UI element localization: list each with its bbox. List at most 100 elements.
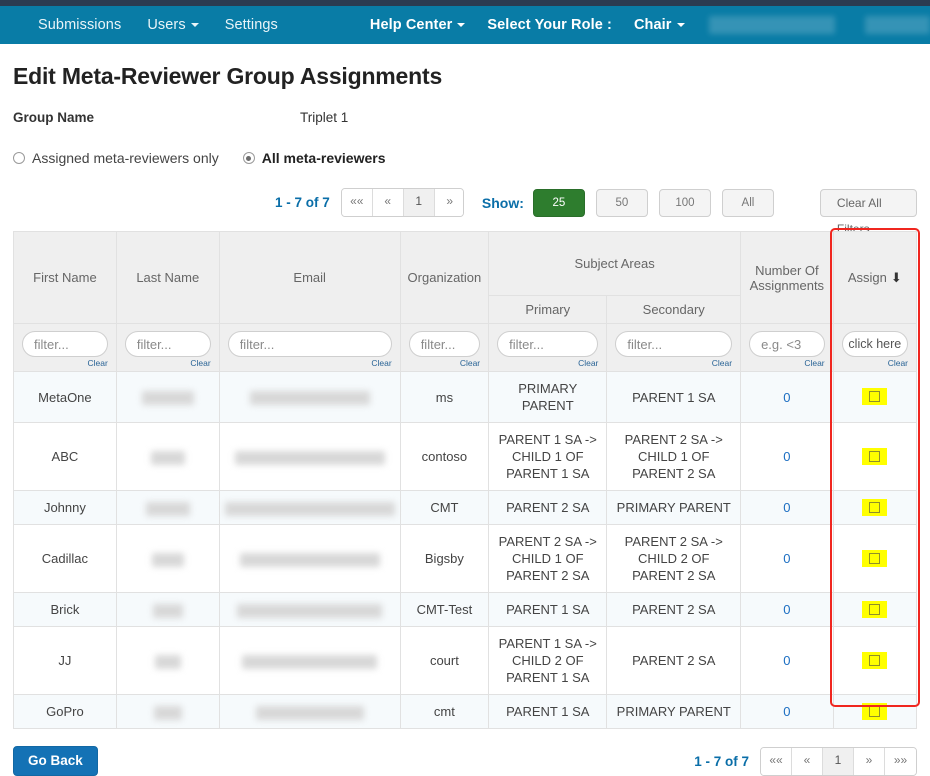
page-size-all-button[interactable]: All <box>721 188 774 217</box>
page-button[interactable]: «« <box>341 189 373 216</box>
col-header-organization[interactable]: Organization <box>399 231 490 324</box>
col-header-last-name[interactable]: Last Name <box>115 231 220 324</box>
column-filter-row: Clear Clear Clear Clear <box>13 323 918 372</box>
assign-checkbox-highlight <box>862 447 888 465</box>
clear-filter-secondary[interactable]: Clear <box>615 358 732 368</box>
assign-checkbox-highlight <box>862 549 888 567</box>
footer-pagination-group: 1 - 7 of 7 «« «1»»» <box>694 746 917 776</box>
clear-filter-first-name[interactable]: Clear <box>22 358 108 368</box>
radio-option-0[interactable]: Assigned meta-reviewers only <box>13 150 219 166</box>
nav-item-help-center[interactable]: Help Center <box>370 17 466 33</box>
cell-secondary-subject-area: PARENT 2 SA <box>606 592 742 627</box>
cell-number-of-assignments[interactable]: 0 <box>740 490 834 525</box>
cell-first-name: Cadillac <box>13 524 117 593</box>
nav-item-chair[interactable]: Chair <box>634 17 685 33</box>
col-header-first-name[interactable]: First Name <box>13 231 117 324</box>
redacted-text <box>141 391 194 406</box>
redacted-text <box>145 501 190 516</box>
assign-click-here-button[interactable]: click here <box>841 331 908 357</box>
col-header-assign[interactable]: Assign ⬇ <box>832 231 918 324</box>
nav-item-submissions[interactable]: Submissions <box>38 17 121 33</box>
filter-cell-last-name: Clear <box>115 323 220 372</box>
page-body: Edit Meta-Reviewer Group Assignments Gro… <box>0 63 930 776</box>
table-row: Brick CMT-Test PARENT 1 SA PARENT 2 SA 0 <box>13 592 918 627</box>
redacted-text <box>154 654 181 669</box>
page-button[interactable]: « <box>372 189 404 216</box>
page-button[interactable]: «« <box>761 747 792 775</box>
cell-number-of-assignments[interactable]: 0 <box>740 626 834 695</box>
col-header-secondary[interactable]: Secondary <box>606 295 742 324</box>
page-size-group: 25 50 100 All <box>532 188 785 217</box>
filter-input-first-name[interactable] <box>22 331 108 357</box>
col-header-primary[interactable]: Primary <box>488 295 608 324</box>
assign-checkbox[interactable] <box>869 391 881 402</box>
radio-button-icon[interactable] <box>13 152 25 164</box>
col-header-subject-areas: Subject Areas <box>488 231 742 296</box>
cell-first-name: Johnny <box>13 490 117 525</box>
cell-first-name: MetaOne <box>13 371 117 423</box>
col-header-number-of-assignments[interactable]: Number Of Assignments <box>740 231 834 324</box>
assign-checkbox[interactable] <box>869 501 881 513</box>
filter-input-assignments[interactable] <box>749 331 825 357</box>
clear-filter-primary[interactable]: Clear <box>497 358 598 368</box>
page-button[interactable]: » <box>434 189 463 216</box>
assign-checkbox[interactable] <box>869 705 881 717</box>
page-size-25-button[interactable]: 25 <box>532 188 585 217</box>
clear-all-filters-button[interactable]: Clear All Filters <box>819 188 917 236</box>
pagination-top[interactable]: «««1»»» <box>340 188 464 217</box>
filter-input-email[interactable] <box>227 331 392 357</box>
page-button[interactable]: » <box>854 747 885 775</box>
cell-primary-subject-area: PARENT 1 SA <box>488 694 608 729</box>
filter-cell-secondary: Clear <box>606 323 742 372</box>
cell-first-name: JJ <box>13 626 117 695</box>
cell-primary-subject-area: PRIMARY PARENT <box>488 371 608 423</box>
cell-number-of-assignments[interactable]: 0 <box>740 371 834 423</box>
page-button[interactable]: 1 <box>403 189 435 216</box>
nav-item-users[interactable]: Users <box>147 17 199 33</box>
page-button[interactable]: »» <box>885 747 916 775</box>
pagination-bottom[interactable]: «« «1»»» <box>760 746 917 776</box>
assign-checkbox[interactable] <box>869 654 881 666</box>
radio-button-icon[interactable] <box>242 152 255 164</box>
assign-checkbox[interactable] <box>869 603 881 615</box>
assign-checkbox[interactable] <box>869 450 881 462</box>
go-back-button[interactable]: Go Back <box>13 746 98 776</box>
cell-number-of-assignments[interactable]: 0 <box>740 422 834 491</box>
cell-assign <box>832 422 918 491</box>
filter-input-primary[interactable] <box>497 331 599 357</box>
radio-option-1[interactable]: All meta-reviewers <box>242 150 385 166</box>
assign-checkbox[interactable] <box>869 552 881 564</box>
redacted-text <box>234 450 385 465</box>
redacted-text <box>152 603 183 618</box>
table-row: Johnny CMT PARENT 2 SA PRIMARY PARENT 0 <box>13 490 918 525</box>
page-button[interactable]: « <box>792 747 823 775</box>
col-header-email[interactable]: Email <box>218 231 401 324</box>
clear-filter-email[interactable]: Clear <box>228 358 391 368</box>
filter-input-organization[interactable] <box>408 331 481 357</box>
cell-number-of-assignments[interactable]: 0 <box>740 694 834 729</box>
nav-item-settings[interactable]: Settings <box>225 17 278 33</box>
clear-filter-organization[interactable]: Clear <box>409 358 480 368</box>
group-name-row: Group Name Triplet 1 <box>13 110 917 125</box>
nav-item-select-your-role[interactable]: Select Your Role : <box>487 17 612 33</box>
page-size-50-button[interactable]: 50 <box>595 188 648 217</box>
clear-filter-last-name[interactable]: Clear <box>125 358 210 368</box>
main-navbar: Submissions Users Settings Help Center Sele… <box>0 6 930 44</box>
clear-filter-assignments[interactable]: Clear <box>749 358 824 368</box>
page-button[interactable]: 1 <box>823 747 854 775</box>
chevron-down-icon <box>457 23 466 28</box>
cell-number-of-assignments[interactable]: 0 <box>740 524 834 593</box>
cell-number-of-assignments[interactable]: 0 <box>740 592 834 627</box>
chevron-down-icon <box>190 23 199 28</box>
cell-email <box>218 490 401 525</box>
page-size-100-button[interactable]: 100 <box>658 188 711 217</box>
redacted-text <box>255 705 364 720</box>
arrow-down-icon: ⬇ <box>890 269 902 285</box>
cell-assign <box>832 694 918 729</box>
filter-input-secondary[interactable] <box>615 331 733 357</box>
assign-header-label: Assign <box>847 269 887 285</box>
filter-input-last-name[interactable] <box>124 331 211 357</box>
table-row: Cadillac Bigsby PARENT 2 SA -> CHILD 1 OF … <box>13 524 918 593</box>
cell-assign <box>832 592 918 627</box>
clear-filter-assign[interactable]: Clear <box>842 358 908 368</box>
